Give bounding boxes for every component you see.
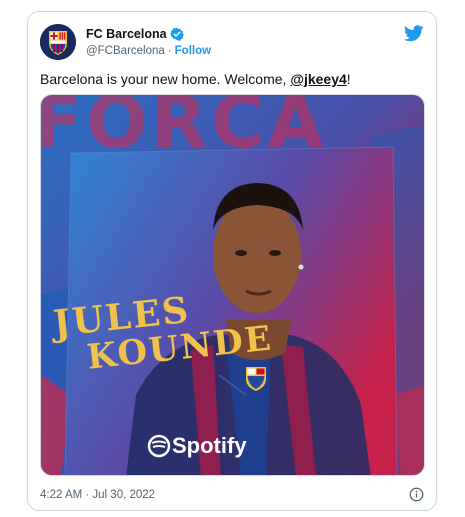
sponsor-text: Spotify <box>172 433 247 458</box>
tweet-text: Barcelona is your new home. Welcome, @jk… <box>40 70 424 88</box>
tweet-card[interactable]: FC Barcelona @FCBarcelona · Follow Barce… <box>27 11 437 511</box>
twitter-bird-icon[interactable] <box>403 25 424 42</box>
verified-badge-icon <box>169 27 184 41</box>
mention-link[interactable]: @jkeey4 <box>290 71 346 87</box>
author-info: FC Barcelona @FCBarcelona · Follow <box>86 25 211 59</box>
fc-barcelona-crest-icon <box>40 24 76 60</box>
tweet-text-suffix: ! <box>346 71 351 87</box>
tweet-timestamp[interactable]: 4:22 AM · Jul 30, 2022 <box>40 489 155 501</box>
info-icon[interactable] <box>409 487 424 502</box>
display-name[interactable]: FC Barcelona <box>86 27 167 41</box>
player-announcement-graphic: FORÇA Spotify JULES KOUNDE <box>41 95 424 475</box>
avatar[interactable] <box>40 24 76 60</box>
separator: · <box>167 45 172 57</box>
tweet-header: FC Barcelona @FCBarcelona · Follow <box>40 24 424 60</box>
follow-button[interactable]: Follow <box>175 45 211 57</box>
tweet-text-prefix: Barcelona is your new home. Welcome, <box>40 71 291 87</box>
tweet-media-image[interactable]: FORÇA Spotify JULES KOUNDE <box>40 94 425 476</box>
handle[interactable]: @FCBarcelona <box>86 45 165 57</box>
